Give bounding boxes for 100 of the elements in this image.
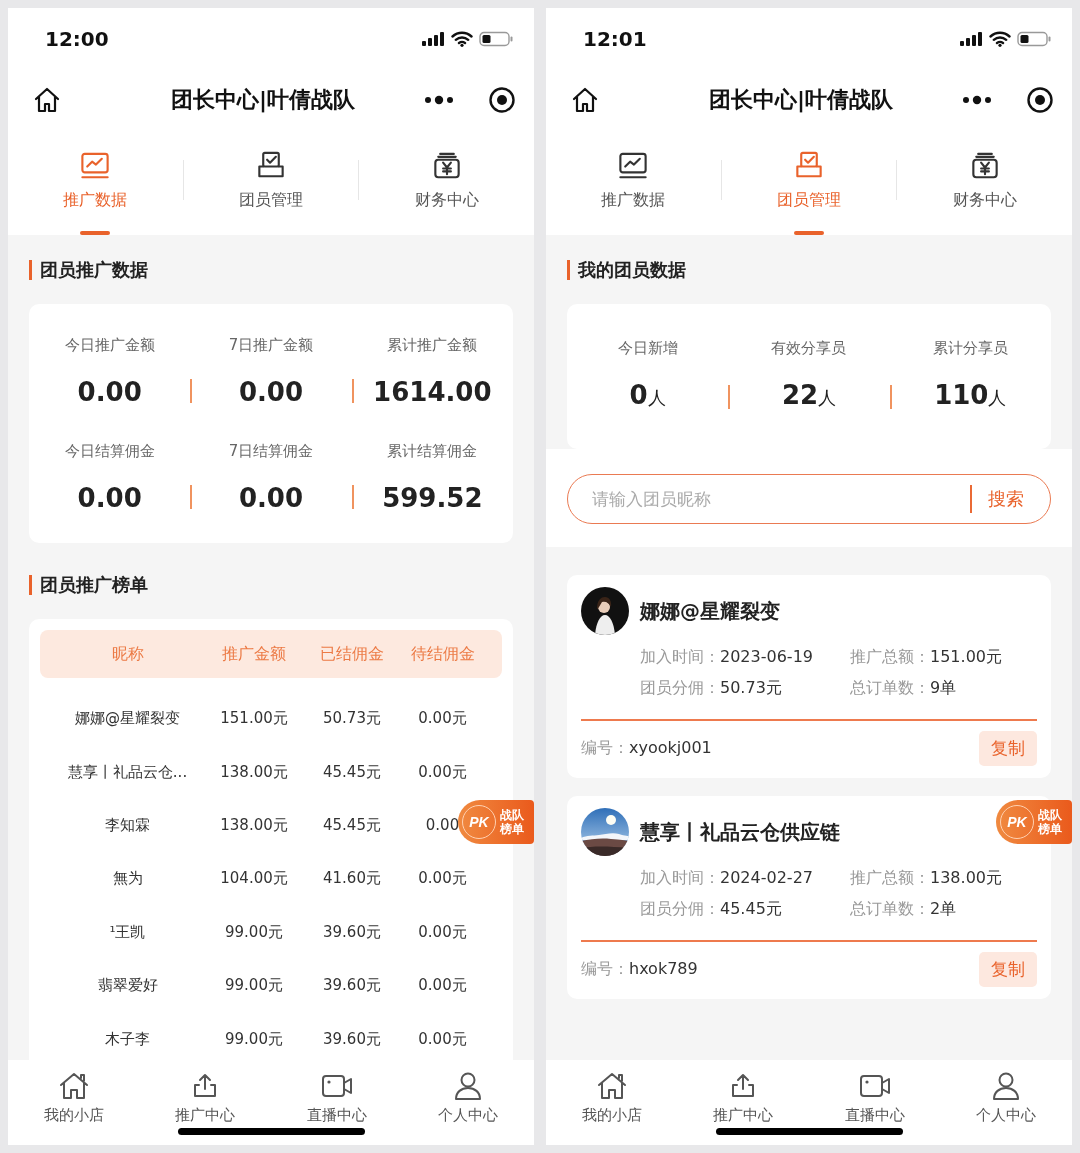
tab[interactable]: 财务中心 [359, 130, 534, 235]
table-cell-text: 娜娜@星耀裂变 [74, 709, 181, 729]
page-title: 团长中心|叶倩战队 [707, 86, 894, 115]
status-time: 12:01 [583, 27, 647, 51]
field-label: 加入时间： [640, 868, 720, 887]
tab[interactable]: 团员管理 [183, 130, 359, 235]
stat-label: 有效分享员 [771, 339, 847, 358]
table-cell-text: 0.00元 [417, 976, 468, 996]
table-cell-text: 138.00元 [219, 815, 289, 835]
battery-icon [479, 31, 513, 47]
field-value: 45.45元 [720, 899, 782, 918]
stat-value: 0.00 [238, 483, 304, 513]
table-cell-text: 39.60元 [322, 922, 382, 942]
member-id: xyookj001 [629, 738, 712, 757]
nav-tab[interactable]: 个人中心 [940, 1060, 1072, 1145]
house-icon [57, 1070, 90, 1102]
table-cell-text: 0.00元 [417, 762, 468, 782]
field-value: 2单 [930, 899, 957, 918]
stat-value: 599.52 [382, 483, 483, 513]
field-label: 团员分佣： [640, 899, 720, 918]
column-header: 昵称 [110, 643, 145, 665]
stat-label: 累计结算佣金 [387, 442, 478, 461]
home-icon[interactable] [32, 85, 62, 115]
table-cell-text: 138.00元 [219, 762, 289, 782]
stat-value: 22人 [781, 380, 837, 412]
field-value: 2023-06-19 [720, 647, 813, 666]
field-value: 151.00元 [930, 647, 1002, 666]
table-cell-text: 木子李 [104, 1029, 151, 1049]
field-value: 138.00元 [930, 868, 1002, 887]
table-cell-text: 45.45元 [322, 815, 382, 835]
field-value: 9单 [930, 678, 957, 697]
signal-icon [421, 31, 445, 47]
field-value: 50.73元 [720, 678, 782, 697]
table-cell-text: 99.00元 [224, 1029, 284, 1049]
table-cell-text: 151.00元 [219, 709, 289, 729]
house-icon [595, 1070, 628, 1102]
tab[interactable]: 团员管理 [721, 130, 897, 235]
field-label: 团员分佣： [640, 678, 720, 697]
table-cell-text: 39.60元 [322, 1029, 382, 1049]
stat-value: 110人 [934, 380, 1007, 412]
table-cell-text: 99.00元 [224, 922, 284, 942]
table-cell-text: 無为 [111, 869, 144, 889]
stat-label: 今日新增 [617, 339, 678, 358]
wifi-icon [989, 31, 1011, 47]
table-cell-text: 翡翠爱好 [96, 976, 159, 996]
field-label: 总订单数： [850, 899, 930, 918]
chart-icon [617, 151, 650, 181]
home-icon[interactable] [570, 85, 600, 115]
nav-tab[interactable]: 个人中心 [402, 1060, 534, 1145]
signal-icon [959, 31, 983, 47]
stat-label: 今日结算佣金 [64, 442, 155, 461]
column-header: 推广金额 [221, 643, 287, 665]
stat-value: 0人 [629, 380, 666, 412]
table-cell-text: 39.60元 [322, 976, 382, 996]
field-label: 推广总额： [850, 868, 930, 887]
stat-value: 0.00 [77, 377, 142, 407]
table-cell-text: 慧享丨礼品云仓... [66, 762, 189, 782]
battery-icon [1017, 31, 1051, 47]
more-icon[interactable] [962, 94, 992, 106]
table-cell-text: 0.00元 [417, 1029, 468, 1049]
member-id: hxok789 [629, 959, 698, 978]
member-name: 娜娜@星耀裂变 [640, 597, 780, 625]
tab[interactable]: 推广数据 [8, 130, 183, 235]
nav-tab[interactable]: 我的小店 [546, 1060, 678, 1145]
stat-value: 1614.00 [373, 377, 492, 407]
stat-label: 7日结算佣金 [228, 442, 314, 461]
field-label: 编号： [581, 738, 629, 757]
table-cell-text: 50.73元 [322, 709, 382, 729]
table-cell-text: ¹王凯 [108, 922, 147, 942]
field-value: 2024-02-27 [720, 868, 813, 887]
table-cell-text: 45.45元 [322, 762, 382, 782]
field-label: 加入时间： [640, 647, 720, 666]
field-label: 推广总额： [850, 647, 930, 666]
nav-tab[interactable]: 直播中心 [809, 1060, 941, 1145]
column-header: 已结佣金 [319, 643, 385, 665]
more-icon[interactable] [424, 94, 454, 106]
wifi-icon [451, 31, 473, 47]
table-cell-text: 李知霖 [104, 815, 151, 835]
nav-tab[interactable]: 直播中心 [271, 1060, 403, 1145]
stat-label: 今日推广金额 [64, 336, 155, 355]
stat-label: 累计分享员 [932, 339, 1008, 358]
table-cell-text: 104.00元 [219, 869, 289, 889]
field-label: 总订单数： [850, 678, 930, 697]
stat-value: 0.00 [238, 377, 304, 407]
nav-tab[interactable]: 推广中心 [677, 1060, 809, 1145]
table-cell-text: 99.00元 [224, 976, 284, 996]
stat-label: 累计推广金额 [387, 336, 478, 355]
nav-tab[interactable]: 推广中心 [139, 1060, 271, 1145]
table-cell-text: 0.00元 [417, 922, 468, 942]
tab[interactable]: 推广数据 [546, 130, 721, 235]
section-title: 我的团员数据 [567, 260, 686, 280]
nav-tab[interactable]: 我的小店 [8, 1060, 140, 1145]
column-header: 待结佣金 [411, 643, 474, 665]
section-title: 团员推广榜单 [29, 575, 148, 595]
table-cell-text: 41.60元 [322, 869, 382, 889]
tab[interactable]: 财务中心 [897, 130, 1072, 235]
section-title: 团员推广数据 [29, 260, 148, 280]
stat-label: 7日推广金额 [228, 336, 314, 355]
table-cell-text: 0.00元 [417, 869, 468, 889]
field-label: 编号： [581, 959, 629, 978]
